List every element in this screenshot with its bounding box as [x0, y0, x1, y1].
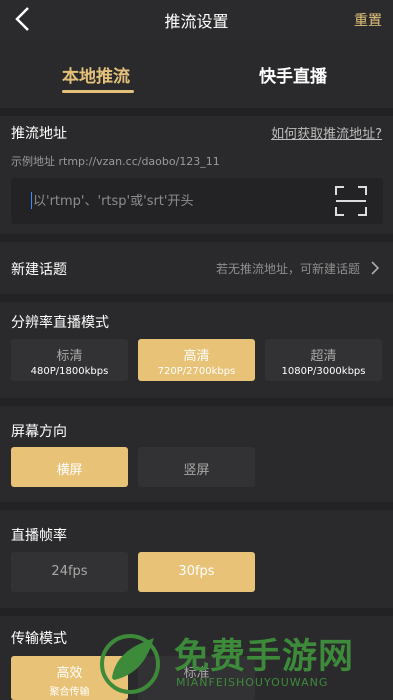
reset-button[interactable]: 重置: [354, 10, 382, 30]
leaf-logo-icon: [100, 634, 160, 694]
divider: [0, 108, 393, 116]
tab-local-stream[interactable]: 本地推流: [62, 62, 130, 87]
option-label: 高清: [183, 349, 210, 364]
resolution-option-sd[interactable]: 标清 480P/1800kbps: [11, 339, 128, 381]
option-detail: 720P/2700kbps: [157, 366, 236, 377]
option-label: 24fps: [51, 564, 88, 579]
scan-icon[interactable]: [335, 186, 367, 216]
tab-bar: 本地推流 快手直播: [0, 48, 393, 108]
stream-url-input[interactable]: [33, 190, 323, 212]
resolution-heading: 分辨率直播模式: [11, 315, 109, 331]
option-detail: 480P/1800kbps: [30, 366, 109, 377]
option-label: 标清: [56, 349, 83, 364]
stream-url-box: [11, 178, 383, 224]
orientation-option-portrait[interactable]: 竖屏: [138, 447, 255, 487]
resolution-option-hd[interactable]: 高清 720P/2700kbps: [138, 339, 255, 381]
top-bar: 推流设置 重置: [0, 0, 393, 40]
divider: [0, 234, 393, 242]
divider: [0, 502, 393, 510]
option-detail: 1080P/3000kbps: [281, 366, 366, 377]
divider: [0, 294, 393, 302]
new-topic-label: 新建话题: [11, 262, 67, 278]
framerate-option-30fps[interactable]: 30fps: [138, 552, 255, 592]
watermark-logo: 免费手游网 MIANFEISHOUYOUWANG: [96, 624, 393, 700]
framerate-heading: 直播帧率: [11, 528, 67, 544]
tab-kuaishou-live[interactable]: 快手直播: [259, 62, 327, 87]
new-topic-row[interactable]: 新建话题 若无推流地址，可新建话题: [0, 242, 393, 292]
divider: [0, 608, 393, 616]
help-link[interactable]: 如何获取推流地址?: [271, 123, 382, 142]
option-label: 竖屏: [183, 463, 210, 478]
framerate-option-24fps[interactable]: 24fps: [11, 552, 128, 592]
option-label: 横屏: [56, 463, 83, 478]
divider: [0, 398, 393, 406]
orientation-heading: 屏幕方向: [11, 424, 67, 440]
orientation-option-landscape[interactable]: 横屏: [11, 447, 128, 487]
option-label: 超清: [310, 349, 337, 364]
new-topic-hint: 若无推流地址，可新建话题: [215, 262, 360, 276]
stream-url-heading: 推流地址: [11, 126, 67, 142]
sample-url: 示例地址 rtmp://vzan.cc/daobo/123_11: [11, 155, 220, 168]
tab-underline: [62, 90, 134, 93]
page-title: 推流设置: [164, 12, 229, 31]
resolution-option-fhd[interactable]: 超清 1080P/3000kbps: [265, 339, 382, 381]
transport-heading: 传输模式: [11, 631, 67, 647]
watermark-subtext: MIANFEISHOUYOUWANG: [176, 676, 329, 689]
option-label: 30fps: [178, 564, 215, 579]
watermark-text: 免费手游网: [174, 636, 355, 677]
text-caret: [31, 192, 32, 209]
chevron-right-icon: [371, 261, 380, 275]
